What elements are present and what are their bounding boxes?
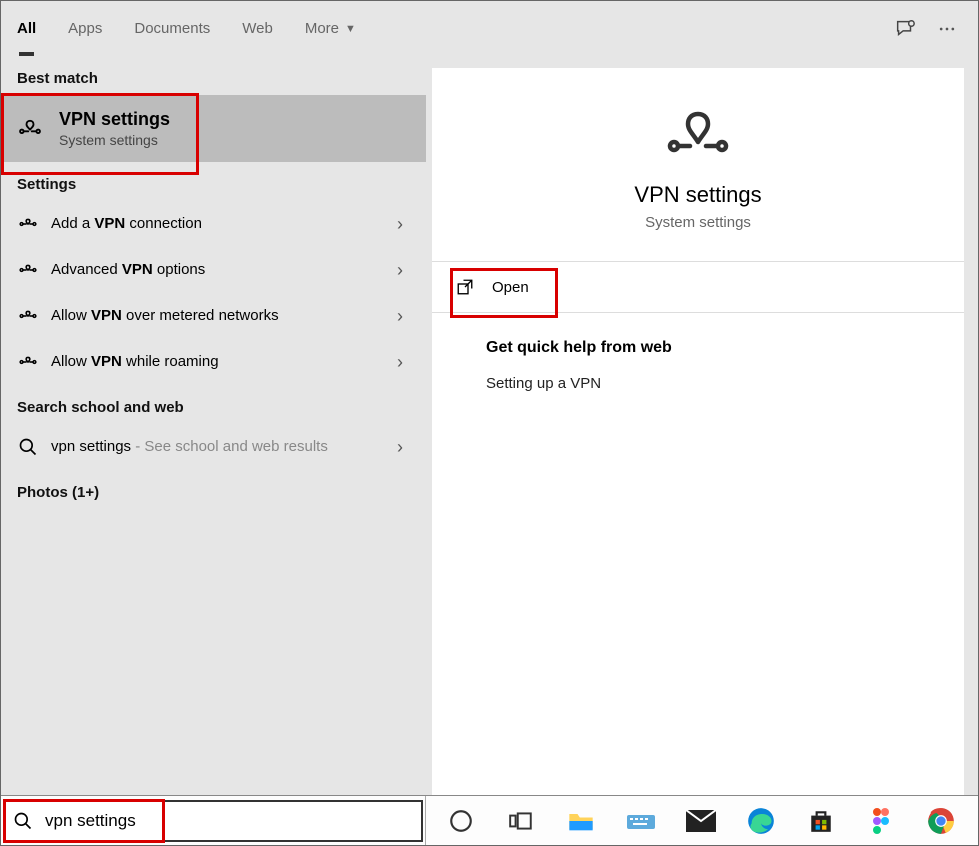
tab-label: Documents (134, 20, 210, 37)
settings-item-vpn-metered[interactable]: Allow VPN over metered networks › (1, 293, 426, 339)
search-icon (13, 432, 43, 462)
tab-label: Web (242, 20, 273, 37)
settings-item-label: Allow VPN while roaming (51, 352, 386, 372)
quick-help-link[interactable]: Setting up a VPN (486, 375, 910, 392)
settings-item-label: Advanced VPN options (51, 260, 386, 280)
chrome-icon[interactable] (920, 800, 962, 842)
vpn-icon (13, 255, 43, 285)
chevron-right-icon: › (386, 437, 414, 458)
tab-label: More (305, 20, 339, 37)
settings-item-vpn-roaming[interactable]: Allow VPN while roaming › (1, 339, 426, 385)
best-match-subtitle: System settings (59, 132, 170, 148)
settings-item-label: Add a VPN connection (51, 214, 386, 234)
open-icon (456, 278, 474, 296)
preview-header: VPN settings System settings (432, 68, 964, 262)
keyboard-icon[interactable] (620, 800, 662, 842)
taskbar (1, 795, 978, 845)
search-web-item[interactable]: vpn settings - See school and web result… (1, 424, 426, 470)
chevron-right-icon: › (386, 352, 414, 373)
tab-web[interactable]: Web (226, 1, 289, 56)
preview-subtitle: System settings (645, 214, 751, 231)
tabs: All Apps Documents Web More ▼ (1, 1, 372, 56)
search-icon (13, 811, 33, 831)
chevron-right-icon: › (386, 214, 414, 235)
mail-icon[interactable] (680, 800, 722, 842)
open-label: Open (492, 279, 529, 296)
best-match-result[interactable]: VPN settings System settings (1, 95, 426, 162)
preview-title: VPN settings (634, 182, 761, 208)
taskbar-icons (426, 800, 978, 842)
settings-item-label: Allow VPN over metered networks (51, 306, 386, 326)
quick-help: Get quick help from web Setting up a VPN (432, 313, 964, 418)
search-box[interactable] (3, 800, 423, 842)
chevron-down-icon: ▼ (345, 23, 356, 35)
vpn-icon (13, 209, 43, 239)
tab-more[interactable]: More ▼ (289, 1, 372, 56)
cortana-icon[interactable] (440, 800, 482, 842)
chevron-right-icon: › (386, 260, 414, 281)
best-match-header: Best match (1, 56, 426, 95)
tab-label: Apps (68, 20, 102, 37)
tab-apps[interactable]: Apps (52, 1, 118, 56)
best-match-title: VPN settings (59, 109, 170, 129)
tab-all[interactable]: All (1, 1, 52, 56)
vpn-icon (664, 106, 732, 164)
more-options-icon[interactable] (926, 8, 968, 50)
search-web-label: vpn settings - See school and web result… (51, 437, 386, 457)
search-topbar: All Apps Documents Web More ▼ (1, 1, 978, 56)
figma-icon[interactable] (860, 800, 902, 842)
taskbar-search (1, 796, 426, 845)
settings-item-add-vpn[interactable]: Add a VPN connection › (1, 201, 426, 247)
tab-documents[interactable]: Documents (118, 1, 226, 56)
vpn-icon (13, 347, 43, 377)
settings-header: Settings (1, 162, 426, 201)
microsoft-store-icon[interactable] (800, 800, 842, 842)
tab-label: All (17, 20, 36, 37)
open-button[interactable]: Open (450, 272, 551, 302)
vpn-icon (13, 112, 47, 146)
quick-help-header: Get quick help from web (486, 339, 910, 357)
vpn-icon (13, 301, 43, 331)
task-view-icon[interactable] (500, 800, 542, 842)
file-explorer-icon[interactable] (560, 800, 602, 842)
search-input[interactable] (45, 811, 413, 831)
preview-actions: Open (432, 262, 964, 313)
edge-icon[interactable] (740, 800, 782, 842)
feedback-icon[interactable] (884, 8, 926, 50)
chevron-right-icon: › (386, 306, 414, 327)
search-web-header: Search school and web (1, 385, 426, 424)
photos-header[interactable]: Photos (1+) (1, 470, 426, 509)
settings-item-advanced-vpn[interactable]: Advanced VPN options › (1, 247, 426, 293)
results-pane: Best match VPN settings System settings … (1, 56, 426, 795)
preview-pane: VPN settings System settings Open Get qu… (432, 68, 964, 795)
